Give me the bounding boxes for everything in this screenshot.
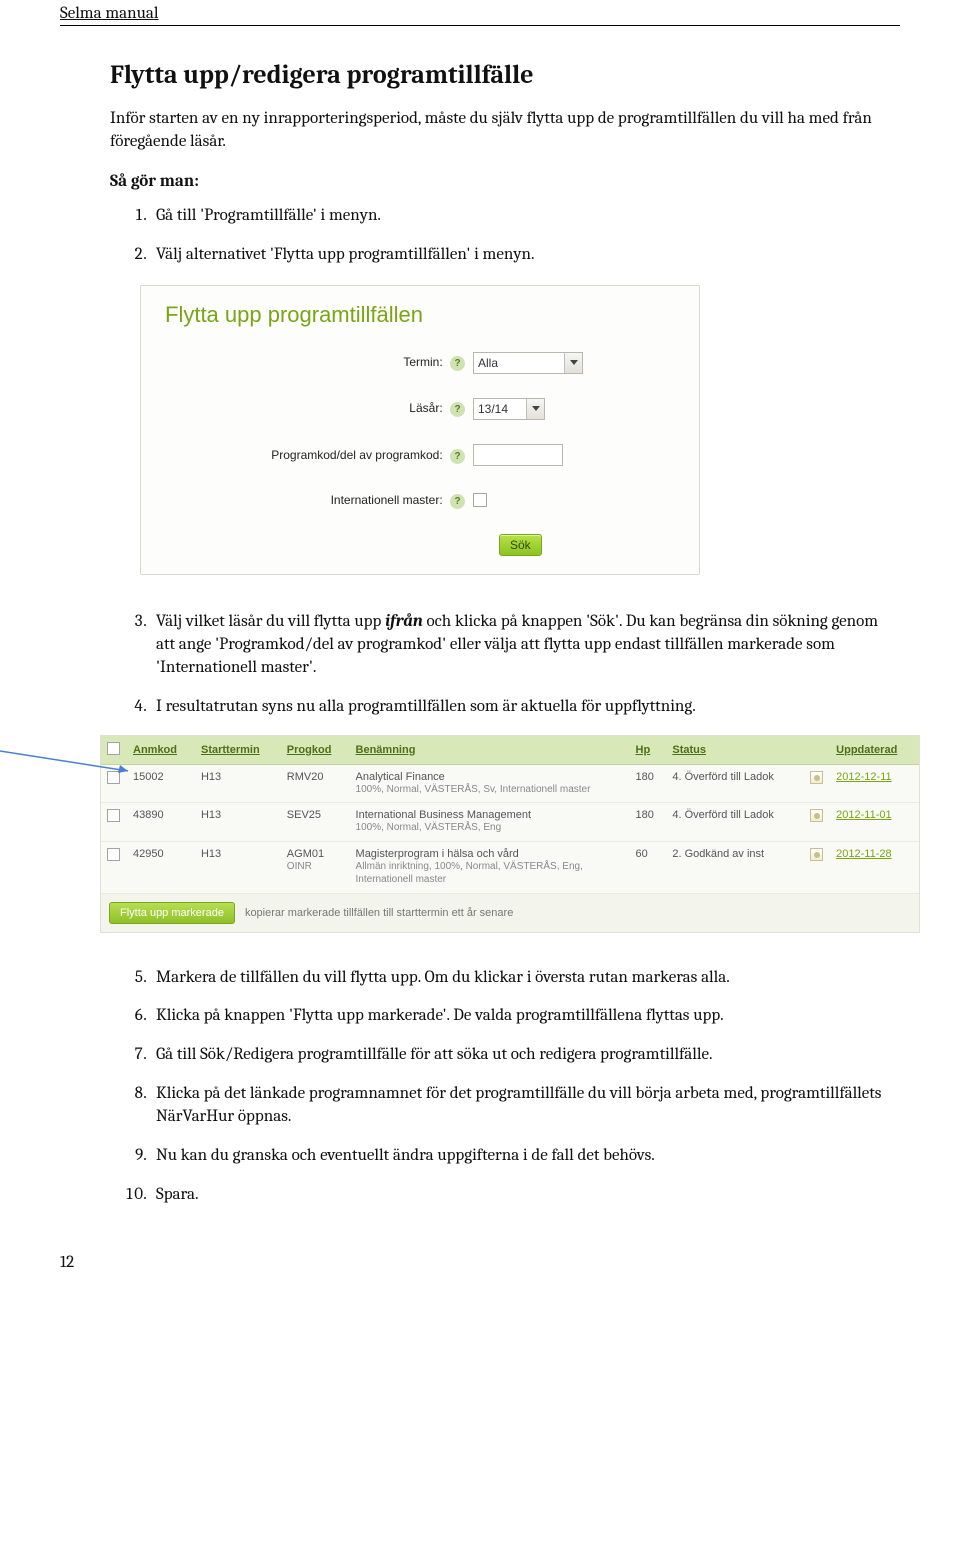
results-table-screenshot: Anmkod Starttermin Progkod Benämning Hp … [100,735,920,933]
cell-prog-text: AGM01 [287,848,324,860]
help-icon[interactable]: ? [450,356,465,371]
col-status[interactable]: Status [666,736,804,765]
cell-anmkod: 42950 [127,841,195,893]
cell-name-text: International Business Management [356,809,532,821]
step-9: Nu kan du granska och eventuellt ändra u… [150,1145,888,1168]
intro-paragraph: Inför starten av en ny inrapporteringspe… [110,108,888,154]
cell-hp: 180 [630,803,667,842]
table-row: 43890 H13 SEV25 International Business M… [101,803,919,842]
detail-icon[interactable] [810,809,823,822]
step-3-emph: ifrån [385,612,423,631]
results-table: Anmkod Starttermin Progkod Benämning Hp … [101,736,919,894]
step-3: Välj vilket läsår du vill flytta upp ifr… [150,611,888,680]
col-benamning[interactable]: Benämning [350,736,630,765]
step-4: I resultatrutan syns nu alla programtill… [150,696,888,719]
cell-status: 4. Överförd till Ladok [666,764,804,803]
termin-select[interactable]: Alla [473,352,583,374]
progkod-label: Programkod/del av programkod: [271,448,442,462]
cell-date-link[interactable]: 2012-11-01 [836,809,891,821]
instructions-subhead: Så gör man: [110,172,888,191]
instruction-list-cont1: Välj vilket läsår du vill flytta upp ifr… [110,611,888,719]
cell-prog-sub: OINR [287,860,344,874]
help-icon[interactable]: ? [450,494,465,509]
cell-status: 2. Godkänd av inst [666,841,804,893]
chevron-down-icon [526,399,544,419]
step-3-text-a: Välj vilket läsår du vill flytta upp [156,612,385,631]
step-2: Välj alternativet 'Flytta upp programtil… [150,244,888,267]
flytta-upp-button[interactable]: Flytta upp markerade [109,902,235,924]
lasar-select-value: 13/14 [478,402,508,416]
cell-start: H13 [195,841,281,893]
instruction-list: Gå till 'Programtillfälle' i menyn. Välj… [110,205,888,267]
cell-name-sub: Allmän inriktning, 100%, Normal, VÄSTERÅ… [356,860,624,887]
cell-prog: SEV25 [281,803,350,842]
cell-hp: 180 [630,764,667,803]
doc-header-text: Selma manual [60,0,900,26]
table-row: 42950 H13 AGM01 OINR Magisterprogram i h… [101,841,919,893]
col-starttermin[interactable]: Starttermin [195,736,281,765]
cell-status: 4. Överförd till Ladok [666,803,804,842]
cell-name-text: Analytical Finance [356,771,445,783]
cell-name-sub: 100%, Normal, VÄSTERÅS, Sv, Internatione… [356,783,624,797]
cell-prog: RMV20 [281,764,350,803]
detail-icon[interactable] [810,771,823,784]
intmaster-label: Internationell master: [331,493,443,507]
chevron-down-icon [564,353,582,373]
step-8: Klicka på det länkade programnamnet för … [150,1083,888,1129]
step-10: Spara. [150,1184,888,1207]
row-checkbox[interactable] [107,848,120,861]
cell-hp: 60 [630,841,667,893]
termin-select-value: Alla [478,356,498,370]
page-title: Flytta upp/redigera programtillfälle [110,60,888,90]
cell-start: H13 [195,764,281,803]
row-checkbox[interactable] [107,809,120,822]
search-form-screenshot: Flytta upp programtillfällen Termin: ? A… [140,285,700,575]
step-6: Klicka på knappen 'Flytta upp markerade'… [150,1005,888,1028]
cell-name: Analytical Finance 100%, Normal, VÄSTERÅ… [350,764,630,803]
page-number: 12 [0,1223,960,1292]
cell-date-link[interactable]: 2012-11-28 [836,848,891,860]
search-button[interactable]: Sök [499,534,542,556]
cell-name-sub: 100%, Normal, VÄSTERÅS, Eng [356,821,624,835]
help-icon[interactable]: ? [450,449,465,464]
step-1: Gå till 'Programtillfälle' i menyn. [150,205,888,228]
cell-prog: AGM01 OINR [281,841,350,893]
progkod-input[interactable] [473,444,563,466]
intmaster-checkbox[interactable] [473,493,487,507]
table-row: 15002 H13 RMV20 Analytical Finance 100%,… [101,764,919,803]
lasar-select[interactable]: 13/14 [473,398,545,420]
termin-label: Termin: [403,355,442,369]
col-progkod[interactable]: Progkod [281,736,350,765]
table-footer-note: kopierar markerade tillfällen till start… [245,907,513,919]
cell-name: International Business Management 100%, … [350,803,630,842]
instruction-list-cont2: Markera de tillfällen du vill flytta upp… [110,967,888,1208]
step-5: Markera de tillfällen du vill flytta upp… [150,967,888,990]
cell-start: H13 [195,803,281,842]
cell-anmkod: 43890 [127,803,195,842]
col-uppdaterad[interactable]: Uppdaterad [830,736,919,765]
cell-name: Magisterprogram i hälsa och vård Allmän … [350,841,630,893]
lasar-label: Läsår: [409,401,442,415]
help-icon[interactable]: ? [450,402,465,417]
search-form-title: Flytta upp programtillfällen [165,302,677,328]
col-hp[interactable]: Hp [630,736,667,765]
step-7: Gå till Sök/Redigera programtillfälle fö… [150,1044,888,1067]
cell-name-text: Magisterprogram i hälsa och vård [356,848,519,860]
cell-date-link[interactable]: 2012-12-11 [836,771,891,783]
detail-icon[interactable] [810,848,823,861]
